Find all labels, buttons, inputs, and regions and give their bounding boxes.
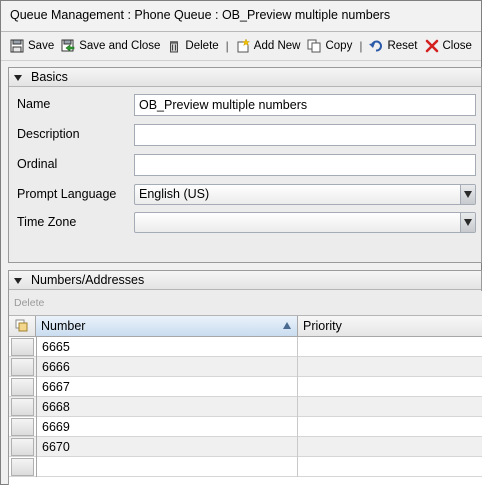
- numbers-panel-header[interactable]: Numbers/Addresses: [9, 271, 481, 290]
- table-row[interactable]: 6667: [9, 377, 482, 397]
- delete-label: Delete: [185, 40, 219, 52]
- column-header-priority[interactable]: Priority: [298, 316, 482, 336]
- number-cell[interactable]: 6666: [36, 357, 298, 377]
- toolbar-separator: |: [359, 39, 363, 53]
- grid-header-row: Number Priority: [9, 316, 482, 337]
- row-selector[interactable]: [11, 418, 34, 436]
- dropdown-arrow-icon[interactable]: [460, 213, 475, 232]
- basics-panel: Basics Name Description Ordinal Prompt L…: [8, 67, 482, 263]
- number-cell[interactable]: 6667: [36, 377, 298, 397]
- collapse-triangle-icon: [14, 74, 22, 81]
- table-row[interactable]: 6668: [9, 397, 482, 417]
- number-cell[interactable]: 6668: [36, 397, 298, 417]
- priority-cell[interactable]: [298, 377, 482, 397]
- save-and-close-icon: [61, 39, 75, 53]
- prompt-language-label: Prompt Language: [17, 187, 117, 201]
- window-title: Queue Management : Phone Queue : OB_Prev…: [1, 1, 481, 32]
- table-row[interactable]: 6670: [9, 437, 482, 457]
- row-selector[interactable]: [11, 358, 34, 376]
- description-label: Description: [17, 127, 80, 141]
- save-label: Save: [28, 40, 55, 52]
- collapse-triangle-icon: [14, 277, 22, 284]
- numbers-grid: Number Priority 6665 6666 6667 6668 6669…: [9, 315, 482, 485]
- copy-icon: [307, 39, 321, 53]
- numbers-subtoolbar: Delete: [9, 291, 482, 315]
- priority-cell[interactable]: [298, 397, 482, 417]
- row-selector[interactable]: [11, 378, 34, 396]
- delete-row-button[interactable]: Delete: [14, 297, 44, 309]
- close-label: Close: [442, 40, 472, 52]
- copy-button[interactable]: Copy: [307, 36, 352, 56]
- numbers-panel-title: Numbers/Addresses: [31, 273, 145, 287]
- column-header-number[interactable]: Number: [36, 316, 298, 336]
- prompt-language-select[interactable]: English (US): [134, 184, 476, 205]
- copy-label: Copy: [325, 40, 353, 52]
- row-selector[interactable]: [11, 458, 34, 476]
- dropdown-arrow-icon[interactable]: [460, 185, 475, 204]
- prompt-language-value: English (US): [139, 187, 210, 201]
- delete-button[interactable]: Delete: [167, 36, 219, 56]
- close-icon: [425, 39, 439, 53]
- ordinal-label: Ordinal: [17, 157, 58, 171]
- column-chooser-icon: [15, 319, 28, 332]
- name-label: Name: [17, 97, 51, 111]
- reset-icon: [369, 39, 383, 53]
- column-header-number-label: Number: [41, 319, 86, 333]
- row-selector[interactable]: [11, 398, 34, 416]
- numbers-panel: Numbers/Addresses Delete Number Priority: [8, 270, 482, 485]
- sort-ascending-icon: [283, 322, 291, 329]
- basics-panel-header[interactable]: Basics: [9, 68, 481, 87]
- row-selector[interactable]: [11, 438, 34, 456]
- description-field[interactable]: [134, 124, 476, 146]
- priority-cell[interactable]: [298, 457, 482, 477]
- add-new-label: Add New: [253, 40, 301, 52]
- ordinal-field[interactable]: [134, 154, 476, 176]
- priority-cell[interactable]: [298, 357, 482, 377]
- basics-panel-title: Basics: [31, 70, 68, 84]
- close-button[interactable]: Close: [425, 36, 472, 56]
- add-new-icon: [236, 38, 250, 53]
- number-cell[interactable]: 6670: [36, 437, 298, 457]
- time-zone-label: Time Zone: [17, 215, 77, 229]
- toolbar: Save Save and Close Delete | Add New Cop: [1, 32, 481, 61]
- table-row[interactable]: 6665: [9, 337, 482, 357]
- reset-label: Reset: [387, 40, 418, 52]
- number-cell[interactable]: 6665: [36, 337, 298, 357]
- table-row[interactable]: 6669: [9, 417, 482, 437]
- column-chooser-corner[interactable]: [9, 316, 36, 336]
- add-new-button[interactable]: Add New: [236, 36, 301, 56]
- priority-cell[interactable]: [298, 437, 482, 457]
- save-and-close-label: Save and Close: [79, 40, 161, 52]
- trash-icon: [167, 39, 181, 53]
- number-cell[interactable]: [36, 457, 298, 477]
- toolbar-separator: |: [225, 39, 229, 53]
- name-field[interactable]: [134, 94, 476, 116]
- save-button[interactable]: Save: [10, 36, 54, 56]
- row-selector[interactable]: [11, 338, 34, 356]
- priority-cell[interactable]: [298, 337, 482, 357]
- save-icon: [10, 39, 24, 53]
- table-row[interactable]: 6666: [9, 357, 482, 377]
- priority-cell[interactable]: [298, 417, 482, 437]
- time-zone-select[interactable]: [134, 212, 476, 233]
- number-cell[interactable]: 6669: [36, 417, 298, 437]
- queue-management-window: Queue Management : Phone Queue : OB_Prev…: [0, 0, 482, 485]
- reset-button[interactable]: Reset: [369, 36, 418, 56]
- save-and-close-button[interactable]: Save and Close: [61, 36, 160, 56]
- table-row-empty[interactable]: [9, 457, 482, 477]
- column-header-priority-label: Priority: [303, 319, 342, 333]
